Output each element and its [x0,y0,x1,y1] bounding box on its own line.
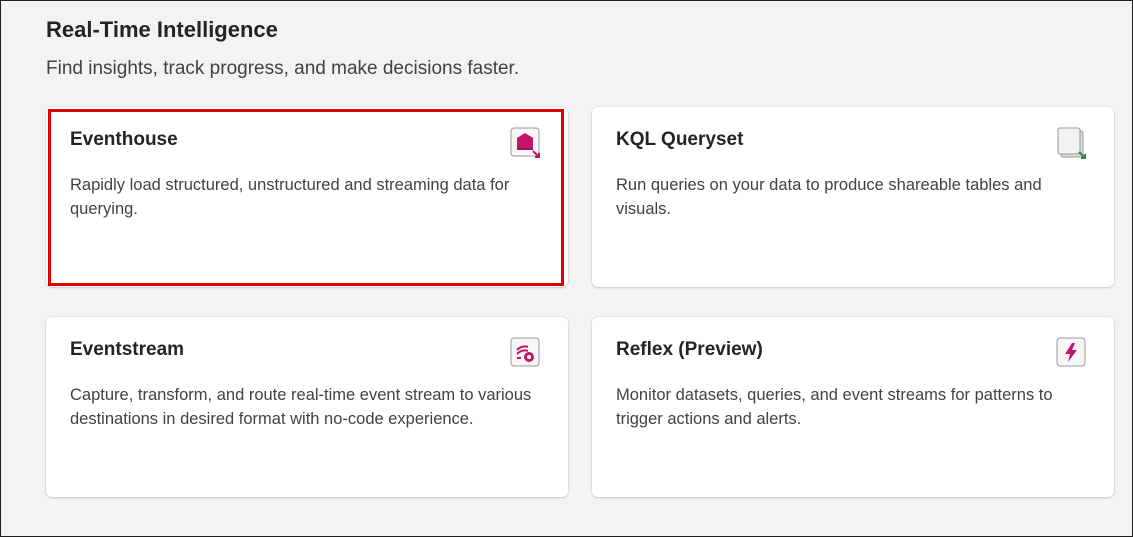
card-description: Capture, transform, and route real-time … [70,386,532,428]
card-description: Run queries on your data to produce shar… [616,176,1042,218]
page-frame: Real-Time Intelligence Find insights, tr… [0,0,1133,537]
card-kql-queryset[interactable]: KQL Queryset Run queries on your data to… [592,107,1114,287]
card-description: Monitor datasets, queries, and event str… [616,386,1053,428]
card-description: Rapidly load structured, unstructured an… [70,176,510,218]
section-title: Real-Time Intelligence [46,17,278,42]
card-reflex-preview[interactable]: Reflex (Preview) Monitor datasets, queri… [592,317,1114,497]
card-eventstream[interactable]: Eventstream Capture, transform, and rout… [46,317,568,497]
card-title: Eventhouse [70,129,178,150]
kql-queryset-icon [1056,127,1088,161]
section-subtitle: Find insights, track progress, and make … [46,58,520,79]
card-title: Eventstream [70,339,185,360]
reflex-icon [1056,337,1088,371]
card-eventhouse[interactable]: Eventhouse Rapidly load structured, unst… [46,107,568,287]
eventstream-icon [510,337,542,371]
eventhouse-icon [510,127,542,161]
card-title: Reflex (Preview) [616,339,763,360]
card-title: KQL Queryset [616,129,744,150]
